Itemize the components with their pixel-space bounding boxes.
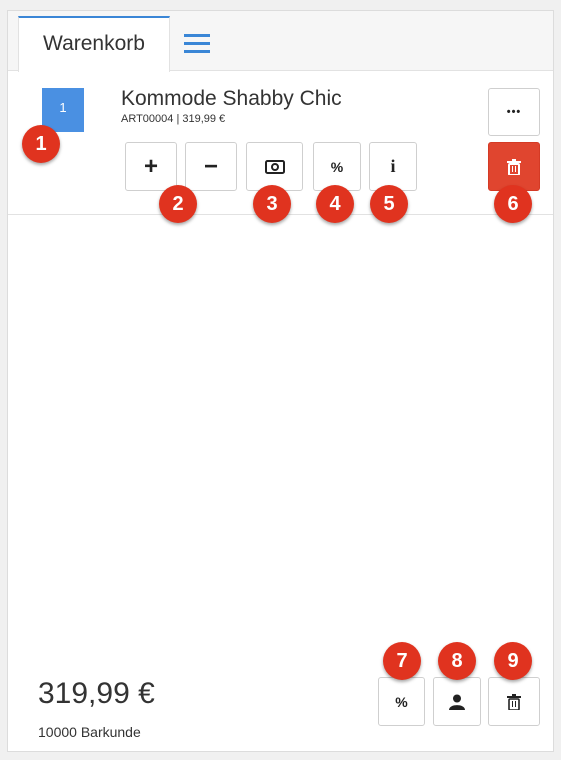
customer-button[interactable] xyxy=(433,677,481,726)
callout-marker: 6 xyxy=(494,185,532,223)
tab-warenkorb[interactable]: Warenkorb xyxy=(18,16,170,72)
increase-quantity-button[interactable]: + xyxy=(125,142,177,191)
callout-marker: 7 xyxy=(383,642,421,680)
cart-total: 319,99 € xyxy=(38,677,155,710)
callout-marker: 8 xyxy=(438,642,476,680)
delete-item-button[interactable] xyxy=(488,142,540,191)
user-icon xyxy=(449,694,465,710)
callout-marker: 4 xyxy=(316,185,354,223)
cart-discount-button[interactable]: % xyxy=(378,677,425,726)
trash-icon xyxy=(507,693,521,710)
more-options-button[interactable]: ••• xyxy=(488,88,540,136)
decrease-quantity-button[interactable]: − xyxy=(185,142,237,191)
item-name: Kommode Shabby Chic xyxy=(121,87,342,110)
tab-bar: Warenkorb xyxy=(8,11,553,72)
cart-panel: Warenkorb 1 Kommode Shabby Chic ART00004… xyxy=(7,10,554,752)
callout-marker: 2 xyxy=(159,185,197,223)
item-discount-button[interactable]: % xyxy=(313,142,361,191)
callout-marker: 1 xyxy=(22,125,60,163)
callout-marker: 5 xyxy=(370,185,408,223)
banknote-icon xyxy=(264,159,285,174)
item-info-button[interactable]: i xyxy=(369,142,417,191)
trash-icon xyxy=(507,158,521,175)
quantity-badge[interactable]: 1 xyxy=(42,88,84,132)
customer-name[interactable]: 10000 Barkunde xyxy=(38,724,141,740)
hamburger-icon[interactable] xyxy=(184,34,210,54)
callout-marker: 3 xyxy=(253,185,291,223)
callout-marker: 9 xyxy=(494,642,532,680)
change-price-button[interactable] xyxy=(246,142,303,191)
clear-cart-button[interactable] xyxy=(488,677,540,726)
item-meta: ART00004 | 319,99 € xyxy=(121,113,226,125)
